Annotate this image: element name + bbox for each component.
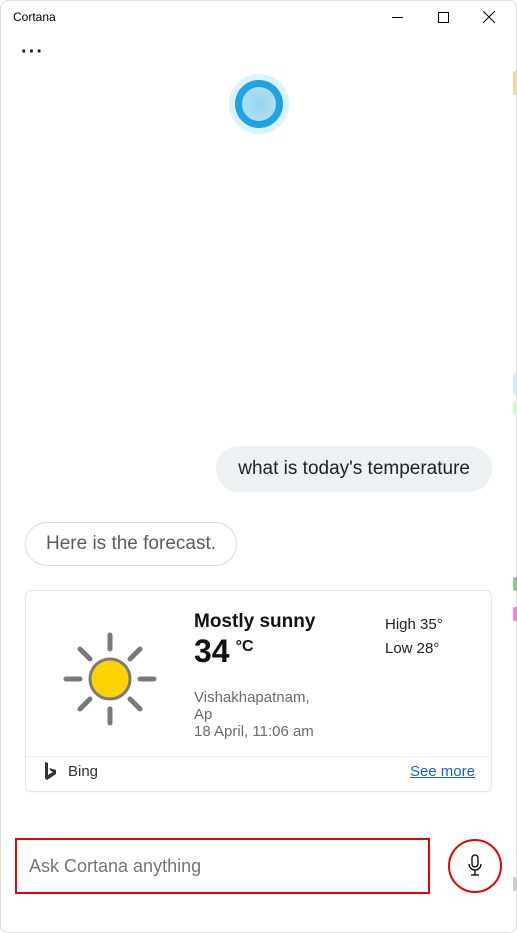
side-marker bbox=[513, 401, 517, 415]
maximize-button[interactable] bbox=[420, 1, 466, 33]
weather-card-body: Mostly sunny 34 °C Vishakhapatnam, Ap 18… bbox=[26, 591, 491, 756]
high-low-col: High 35° Low 28° bbox=[385, 611, 473, 740]
chat-area: what is today's temperature Here is the … bbox=[1, 446, 516, 812]
search-input[interactable] bbox=[29, 856, 416, 877]
low-label: Low 28° bbox=[385, 637, 473, 661]
user-message: what is today's temperature bbox=[216, 446, 492, 492]
logo-wrap bbox=[1, 80, 516, 128]
microphone-button[interactable] bbox=[448, 839, 502, 893]
weather-main: Mostly sunny 34 °C Vishakhapatnam, Ap 18… bbox=[194, 611, 371, 740]
close-button[interactable] bbox=[466, 1, 512, 33]
temperature-value: 34 bbox=[194, 635, 230, 667]
window-controls bbox=[374, 1, 512, 33]
bing-label: Bing bbox=[68, 763, 98, 780]
microphone-icon bbox=[466, 854, 484, 878]
input-row bbox=[15, 838, 502, 894]
sun-icon bbox=[40, 611, 180, 740]
window-title: Cortana bbox=[13, 10, 56, 24]
temperature-unit: °C bbox=[236, 638, 254, 656]
weather-condition: Mostly sunny bbox=[194, 611, 371, 633]
cortana-logo-icon bbox=[235, 80, 283, 128]
side-marker bbox=[513, 607, 517, 621]
high-label: High 35° bbox=[385, 613, 473, 637]
search-input-box[interactable] bbox=[15, 838, 430, 894]
location-city: Vishakhapatnam, bbox=[194, 689, 371, 706]
minimize-button[interactable] bbox=[374, 1, 420, 33]
side-marker bbox=[513, 71, 517, 95]
menu-row: ··· bbox=[1, 33, 516, 72]
card-footer: Bing See more bbox=[26, 756, 491, 791]
location-region: Ap bbox=[194, 706, 371, 723]
more-menu-icon[interactable]: ··· bbox=[21, 41, 44, 63]
temperature-row: 34 °C bbox=[194, 635, 371, 667]
bing-source[interactable]: Bing bbox=[42, 761, 98, 781]
titlebar: Cortana bbox=[1, 1, 516, 33]
weather-card[interactable]: Mostly sunny 34 °C Vishakhapatnam, Ap 18… bbox=[25, 590, 492, 792]
bing-icon bbox=[42, 761, 58, 781]
see-more-link[interactable]: See more bbox=[410, 763, 475, 780]
side-marker bbox=[513, 373, 517, 395]
side-marker bbox=[513, 577, 517, 591]
timestamp: 18 April, 11:06 am bbox=[194, 723, 371, 740]
assistant-message: Here is the forecast. bbox=[25, 522, 237, 566]
side-marker bbox=[513, 877, 517, 891]
